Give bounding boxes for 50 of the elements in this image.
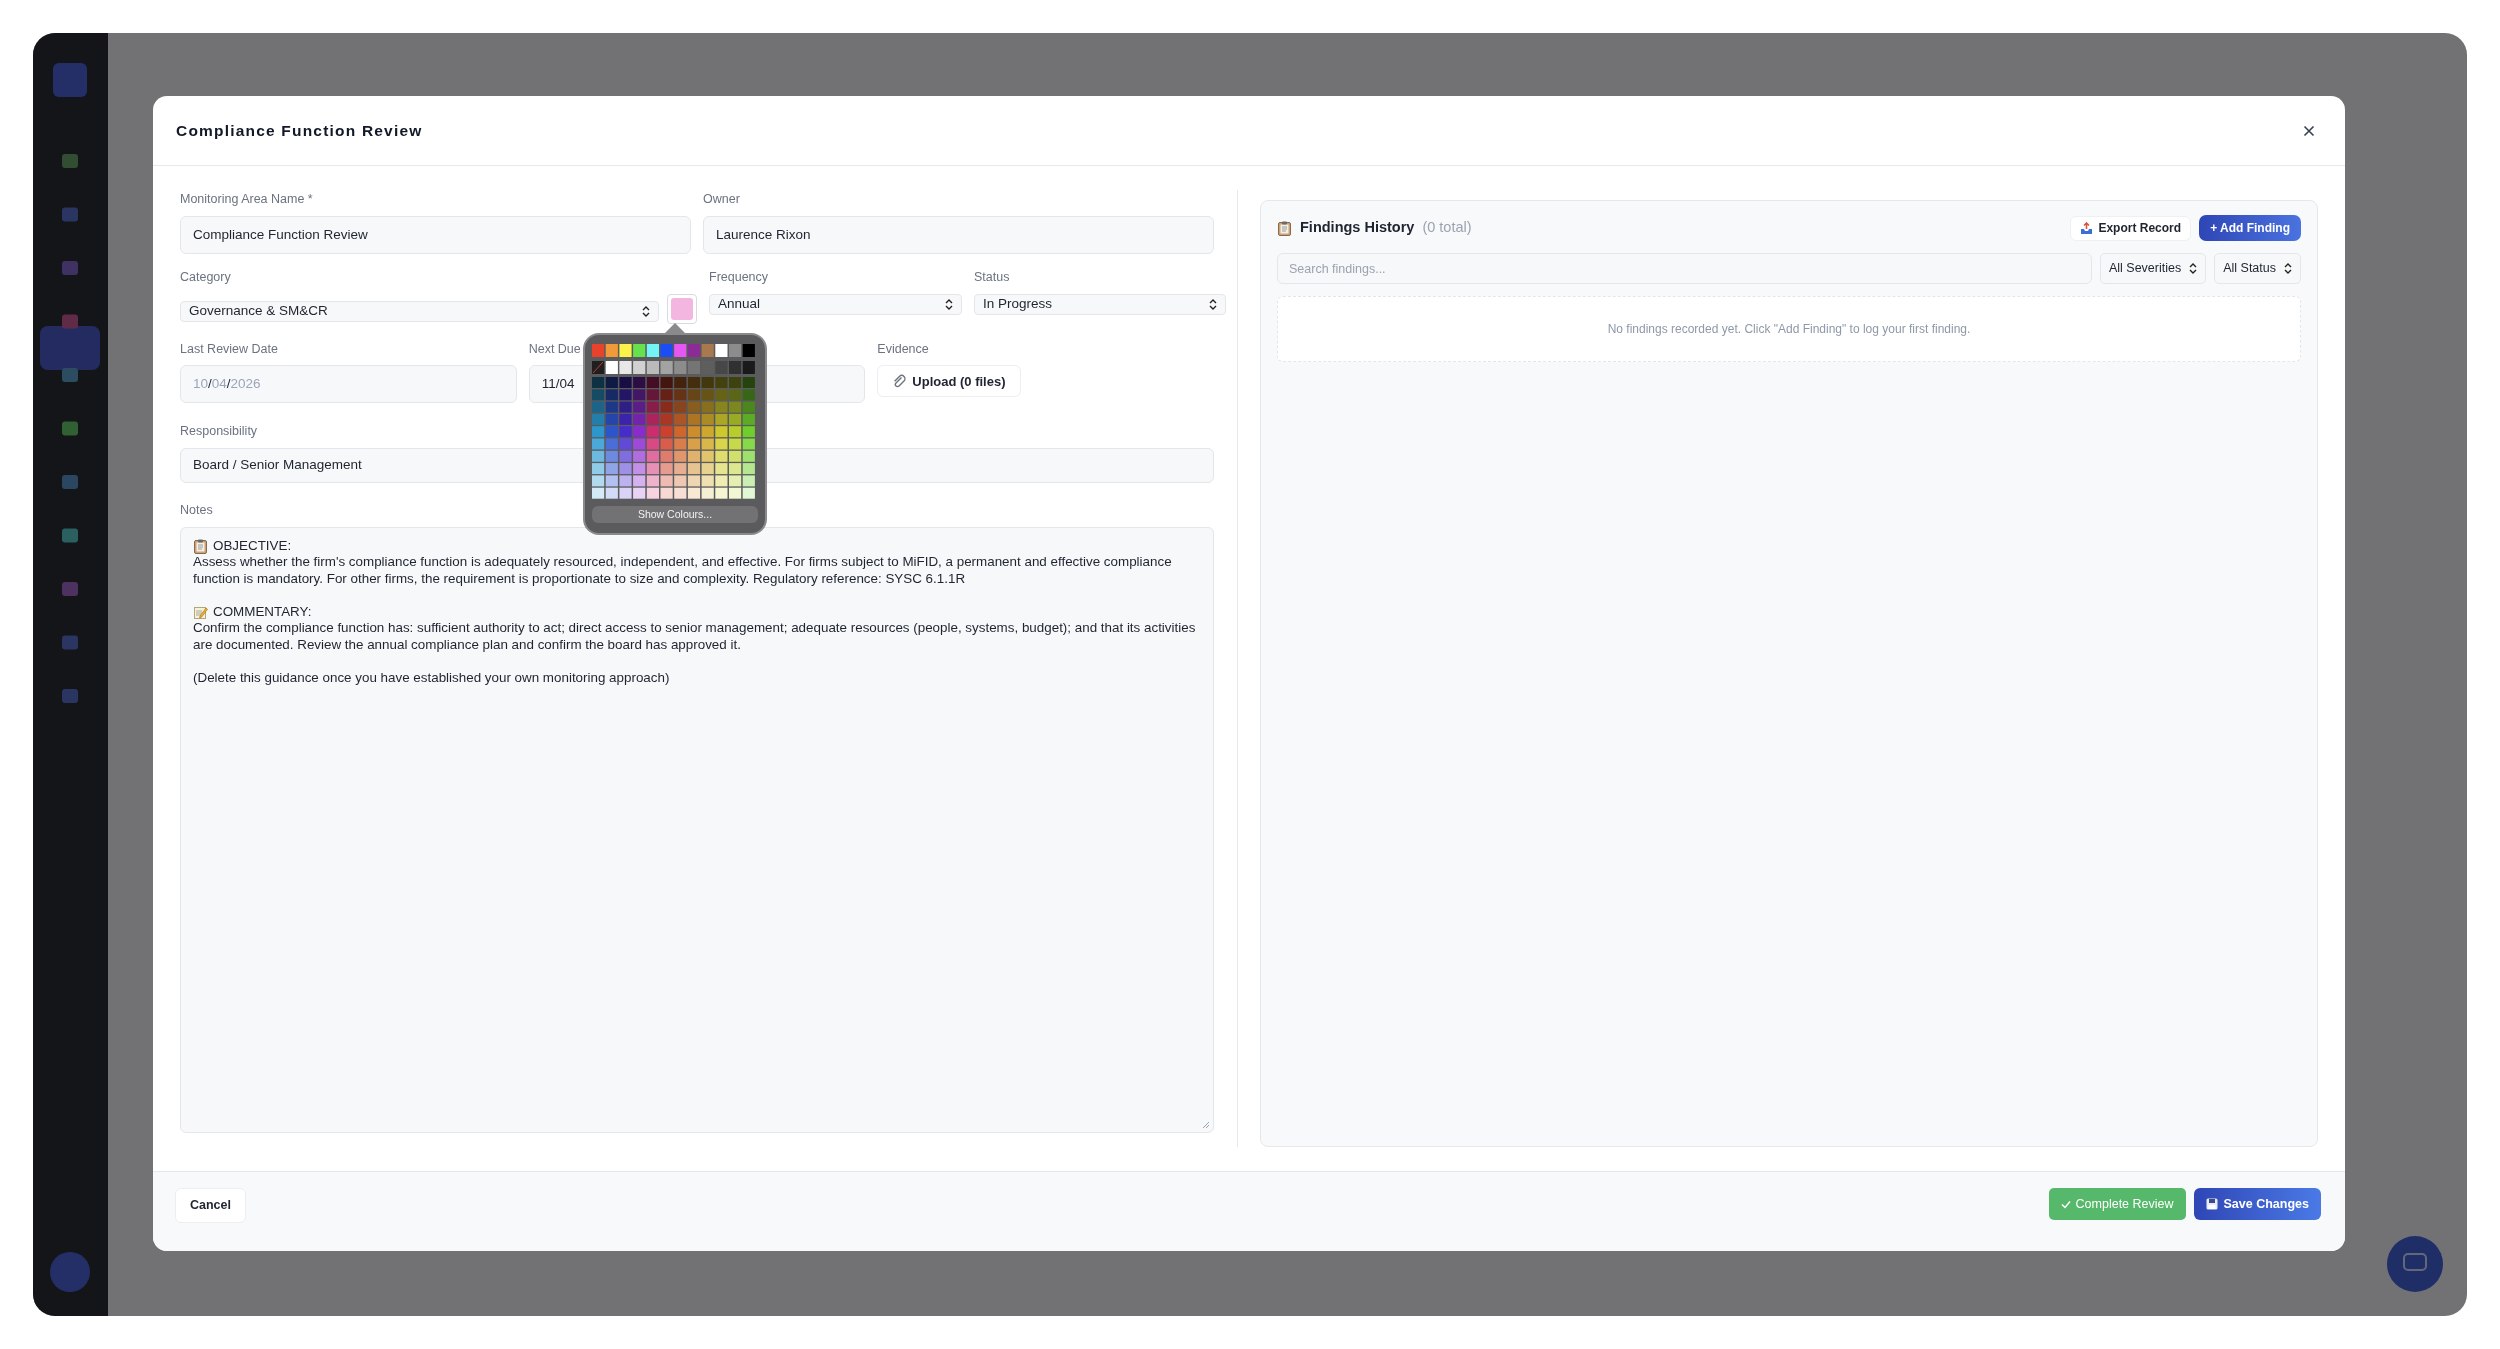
cancel-button[interactable]: Cancel <box>175 1188 246 1223</box>
notes-paragraph: Confirm the compliance function has: sufficient authority to act; direct access to senior management; adequate resources (people, systems, budget); and that its activities are documented. Review the annual compliance plan and confirm the board has approved it. <box>193 620 1197 654</box>
search-field[interactable]: Search findings... <box>1277 253 2092 284</box>
panel-title: Findings History <box>1300 218 1415 238</box>
paperclip-icon <box>892 374 907 389</box>
save-changes-button[interactable]: Save Changes <box>2193 1188 2321 1220</box>
up-down-chevron-icon <box>642 305 650 317</box>
findings-count: (0 total) <box>1422 218 1472 238</box>
notes-textarea[interactable] <box>180 526 1214 1133</box>
owner-input[interactable]: Laurence Rixon <box>703 215 1214 254</box>
chat-icon <box>2386 1235 2444 1293</box>
up-down-chevron-icon <box>1209 298 1217 310</box>
status-filter[interactable]: All Status <box>2214 253 2301 284</box>
up-down-chevron-icon <box>2189 263 2198 274</box>
up-down-chevron-icon <box>945 298 953 310</box>
notes-heading: COMMENTARY: <box>213 603 312 621</box>
tray-upload-icon <box>2080 221 2094 235</box>
export-record-button[interactable]: Export Record <box>2070 215 2192 241</box>
field-label: Responsibility <box>180 423 258 441</box>
check-icon <box>2060 1199 2071 1209</box>
field-label: Last Review Date <box>180 340 278 358</box>
empty-message: No findings recorded yet. Click "Add Finding" to log your first finding. <box>1607 321 1971 338</box>
up-down-chevron-icon <box>2284 263 2292 274</box>
close-icon <box>2303 124 2315 137</box>
field-label: Category <box>180 268 231 286</box>
clipboard-icon <box>1277 220 1292 236</box>
field-label: Evidence <box>877 340 929 358</box>
field-label: Next Due <box>528 340 581 358</box>
notes-heading: OBJECTIVE: <box>213 537 292 555</box>
notes-paragraph: Assess whether the firm's compliance function is adequately resourced, independent, and effective. For firms subject to MiFID, a permanent and effective compliance function is mandatory. For other firms, the requirement is proportionate to size and complexity. Regulatory reference: SYSC 6.1.1R <box>193 554 1173 588</box>
field-label: Frequency <box>709 268 769 286</box>
severity-filter[interactable]: All Severities <box>2099 253 2207 284</box>
frequency-select[interactable]: Annual <box>709 293 962 315</box>
clipboard-icon <box>193 538 208 554</box>
add-finding-button[interactable]: + Add Finding <box>2199 215 2301 241</box>
date-input[interactable]: 10/04/2026 <box>180 365 517 404</box>
name-input[interactable]: Compliance Function Review <box>180 215 691 254</box>
field-label: Owner <box>703 191 740 208</box>
show-colours-button[interactable]: Show Colours... <box>592 506 758 523</box>
notes-paragraph: (Delete this guidance once you have established your own monitoring approach) <box>193 669 671 687</box>
colour-swatch-button[interactable] <box>667 293 697 324</box>
resize-grip-icon <box>1202 1120 1210 1129</box>
memo-icon <box>193 604 208 620</box>
field-label: Status <box>974 268 1010 286</box>
modal-title: Compliance Function Review <box>176 120 423 141</box>
upload-button[interactable]: Upload (0 files) <box>877 365 1021 398</box>
status-select[interactable]: In Progress <box>974 293 1226 315</box>
field-label: Monitoring Area Name * <box>180 191 313 208</box>
field-label: Notes <box>180 502 213 519</box>
category-select[interactable]: Governance & SM&CR <box>180 300 659 322</box>
